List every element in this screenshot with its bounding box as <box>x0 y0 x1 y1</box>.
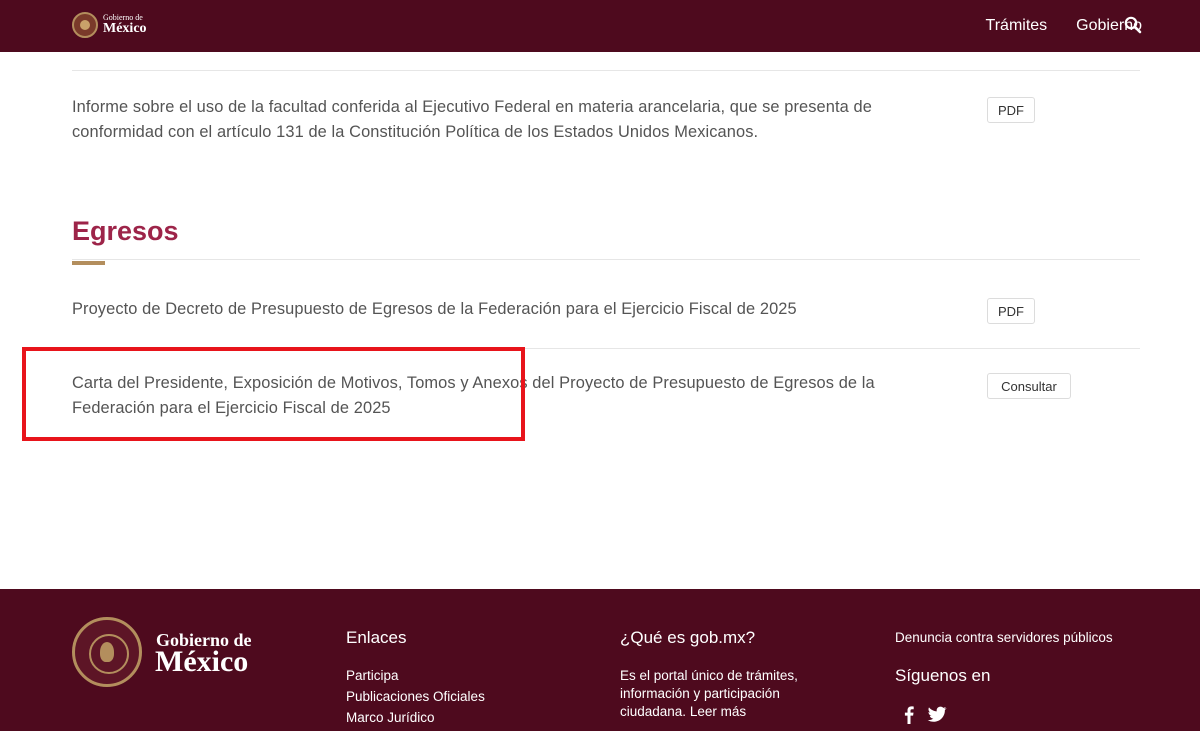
informe-text: Informe sobre el uso de la facultad conf… <box>72 98 872 141</box>
footer-que-es-text: Es el portal único de trámites, informac… <box>620 667 840 721</box>
logo-text: Gobierno de México <box>103 14 147 36</box>
footer-siguenos-heading: Síguenos en <box>895 666 991 685</box>
footer-link-marco-juridico[interactable]: Marco Jurídico <box>346 710 435 725</box>
footer-brand-big: México <box>155 645 249 678</box>
seal-icon <box>72 12 98 38</box>
logo-big-text: México <box>103 21 147 36</box>
row-divider <box>72 348 1140 349</box>
footer-enlaces-heading: Enlaces <box>346 628 407 647</box>
footer-link-publicaciones[interactable]: Publicaciones Oficiales <box>346 689 485 704</box>
carta-text: Carta del Presidente, Exposición de Moti… <box>72 374 875 417</box>
carta-consultar-button[interactable]: Consultar <box>987 373 1071 399</box>
decreto-text: Proyecto de Decreto de Presupuesto de Eg… <box>72 300 797 318</box>
search-icon[interactable] <box>1124 16 1142 34</box>
gobierno-mexico-logo[interactable]: Gobierno de México <box>72 10 147 40</box>
title-accent-bar <box>72 261 105 265</box>
decreto-pdf-button[interactable]: PDF <box>987 298 1035 324</box>
footer-denuncia-link[interactable]: Denuncia contra servidores públicos <box>895 630 1113 645</box>
informe-pdf-button[interactable]: PDF <box>987 97 1035 123</box>
main-nav: Trámites Gobierno <box>957 0 1142 52</box>
section-title-egresos: Egresos <box>72 216 179 246</box>
top-navbar: Gobierno de México Trámites Gobierno <box>0 0 1200 52</box>
footer-link-participa[interactable]: Participa <box>346 668 399 683</box>
row-divider <box>72 70 1140 71</box>
facebook-icon[interactable] <box>898 703 920 725</box>
national-seal-icon <box>72 617 142 687</box>
footer-que-es-heading: ¿Qué es gob.mx? <box>620 628 756 647</box>
footer-leer-mas-link[interactable]: Leer más <box>690 704 746 719</box>
section-divider <box>72 259 1140 260</box>
nav-tramites[interactable]: Trámites <box>986 17 1048 35</box>
twitter-icon[interactable] <box>926 703 948 725</box>
